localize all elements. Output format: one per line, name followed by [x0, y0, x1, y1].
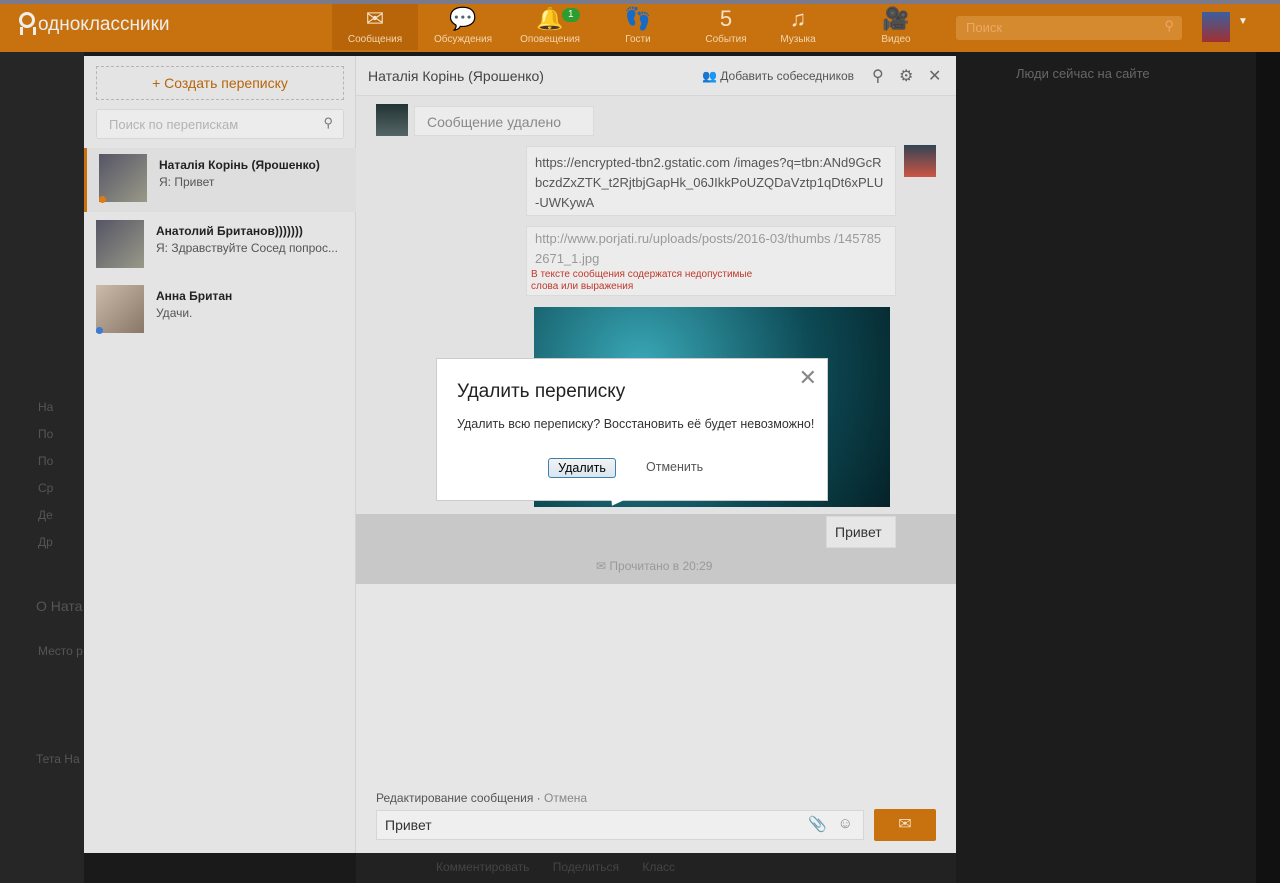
avatar: [96, 220, 144, 268]
place-label: Место р: [38, 644, 83, 658]
message-bubble: Привет: [826, 516, 896, 548]
chevron-down-icon[interactable]: ▼: [1238, 16, 1248, 27]
nav-notifications[interactable]: 🔔 Оповещения: [507, 4, 593, 50]
message-text[interactable]: https://encrypted-tbn2.gstatic.com /imag…: [535, 155, 883, 210]
conversation-name: Наталія Корінь (Ярошенко): [159, 158, 320, 172]
message-input-value: Привет: [385, 817, 432, 833]
profile-menu-item: Др: [38, 535, 53, 549]
avatar: [904, 145, 936, 177]
message-bubble: Сообщение удалено: [414, 106, 594, 136]
read-status: ✉ Прочитано в 20:29: [596, 559, 712, 573]
read-status-text: Прочитано в 20:29: [609, 559, 713, 573]
profile-left-column: На По По Ср Де Др О Ната Место р Тета На: [0, 52, 84, 883]
message-error: В тексте сообщения содержатся недопустим…: [531, 269, 753, 292]
friend-name: Тета На: [36, 752, 80, 766]
message-bubble: http://www.porjati.ru/uploads/posts/2016…: [526, 226, 896, 296]
bell-icon: 🔔: [536, 6, 564, 31]
online-dot: [99, 196, 106, 203]
nav-music[interactable]: ♫ Музыка: [755, 4, 841, 50]
nav-label: Обсуждения: [433, 34, 493, 45]
conversation-item[interactable]: Анна Британ Удачи.: [84, 279, 356, 343]
envelope-open-icon: ✉: [596, 559, 607, 573]
site-search-input[interactable]: Поиск ⚲: [956, 16, 1182, 40]
edit-indicator: Редактирование сообщения · Отмена: [376, 791, 588, 805]
online-people-heading: Люди сейчас на сайте: [1016, 66, 1150, 81]
gear-icon[interactable]: ⚙: [899, 66, 913, 86]
search-placeholder: Поиск: [966, 20, 1003, 35]
avatar: [376, 104, 408, 136]
send-envelope-icon: ✉: [898, 816, 912, 833]
edit-cancel-link[interactable]: Отмена: [544, 791, 587, 805]
edit-label: Редактирование сообщения: [376, 791, 534, 805]
search-icon[interactable]: ⚲: [1164, 18, 1174, 34]
music-icon: ♫: [789, 6, 807, 31]
profile-menu-item: Ср: [38, 481, 54, 495]
delete-conversation-dialog: Удалить переписку ✕ Удалить всю переписк…: [436, 358, 828, 501]
send-button[interactable]: ✉: [874, 809, 936, 841]
nav-label: Музыка: [780, 34, 816, 45]
avatar: [96, 285, 144, 333]
message-bubble: https://encrypted-tbn2.gstatic.com /imag…: [526, 146, 896, 216]
conversation-item[interactable]: Наталія Корінь (Ярошенко) Я: Привет: [84, 148, 356, 212]
conversation-name: Анатолий Британов))))))): [156, 224, 303, 238]
add-user-icon: 👥: [702, 69, 717, 83]
cancel-button[interactable]: Отменить: [646, 460, 703, 474]
profile-menu-item: На: [38, 400, 54, 414]
comment-link[interactable]: Комментировать: [436, 860, 529, 874]
user-avatar[interactable]: [1202, 12, 1230, 42]
logo-text: одноклассники: [38, 14, 170, 35]
nav-discussions[interactable]: 💬 Обсуждения: [420, 4, 506, 50]
conversation-last-message: Я: Привет: [159, 175, 215, 189]
search-placeholder: Поиск по перепискам: [109, 117, 239, 132]
footprints-icon: 👣: [624, 6, 652, 31]
create-conversation-button[interactable]: + Создать переписку: [96, 66, 344, 100]
nav-label: Сообщения: [347, 34, 403, 45]
nav-label: Оповещения: [520, 34, 580, 45]
conversation-name: Анна Британ: [156, 289, 233, 303]
share-link[interactable]: Поделиться: [553, 860, 619, 874]
conversation-search-input[interactable]: Поиск по перепискам ⚲: [96, 109, 344, 139]
conversation-last-message: Я: Здравствуйте Сосед попрос...: [156, 241, 338, 255]
paperclip-icon[interactable]: 📎: [808, 815, 827, 833]
profile-menu-item: По: [38, 454, 54, 468]
profile-menu-item: Де: [38, 508, 53, 522]
nav-label: События: [705, 34, 747, 45]
about-heading: О Ната: [36, 598, 83, 614]
like-link[interactable]: Класс: [642, 860, 675, 874]
close-icon[interactable]: ✕: [799, 365, 817, 391]
online-dot: [96, 327, 103, 334]
message-input[interactable]: Привет 📎 ☺: [376, 810, 864, 840]
envelope-icon: ✉: [365, 6, 385, 31]
video-camera-icon: 🎥: [882, 6, 910, 31]
nav-messages[interactable]: ✉ Сообщения: [332, 4, 418, 50]
chat-title[interactable]: Наталія Корінь (Ярошенко): [368, 68, 544, 84]
message-text: http://www.porjati.ru/uploads/posts/2016…: [535, 231, 882, 266]
chat-bubbles-icon: 💬: [449, 6, 477, 31]
conversation-item[interactable]: Анатолий Британов))))))) Я: Здравствуйте …: [84, 214, 356, 278]
search-icon[interactable]: ⚲: [872, 66, 884, 86]
search-icon[interactable]: ⚲: [323, 115, 333, 131]
site-logo[interactable]: одноклассники: [18, 12, 170, 38]
profile-right-column: Люди сейчас на сайте: [956, 52, 1256, 883]
notifications-badge: 1: [562, 8, 580, 22]
ok-logo-icon: [18, 12, 35, 38]
close-icon[interactable]: ✕: [928, 66, 941, 86]
dialog-message: Удалить всю переписку? Восстановить её б…: [457, 417, 815, 431]
avatar: [99, 154, 147, 202]
nav-guests[interactable]: 👣 Гости: [595, 4, 681, 50]
smiley-icon[interactable]: ☺: [838, 815, 853, 832]
dialog-title: Удалить переписку: [457, 381, 626, 402]
conversation-last-message: Удачи.: [156, 306, 193, 320]
nav-label: Гости: [625, 34, 651, 45]
nav-video[interactable]: 🎥 Видео: [853, 4, 939, 50]
add-participants-label: Добавить собеседников: [720, 69, 855, 83]
create-label: Создать переписку: [164, 75, 288, 91]
profile-menu-item: По: [38, 427, 54, 441]
post-actions-bar: Комментировать Поделиться Класс: [356, 853, 956, 883]
page-scrollbar[interactable]: [1256, 52, 1280, 883]
add-participants-button[interactable]: 👥 Добавить собеседников: [702, 69, 854, 83]
delete-button[interactable]: Удалить: [548, 458, 616, 478]
nav-label: Видео: [881, 34, 911, 45]
